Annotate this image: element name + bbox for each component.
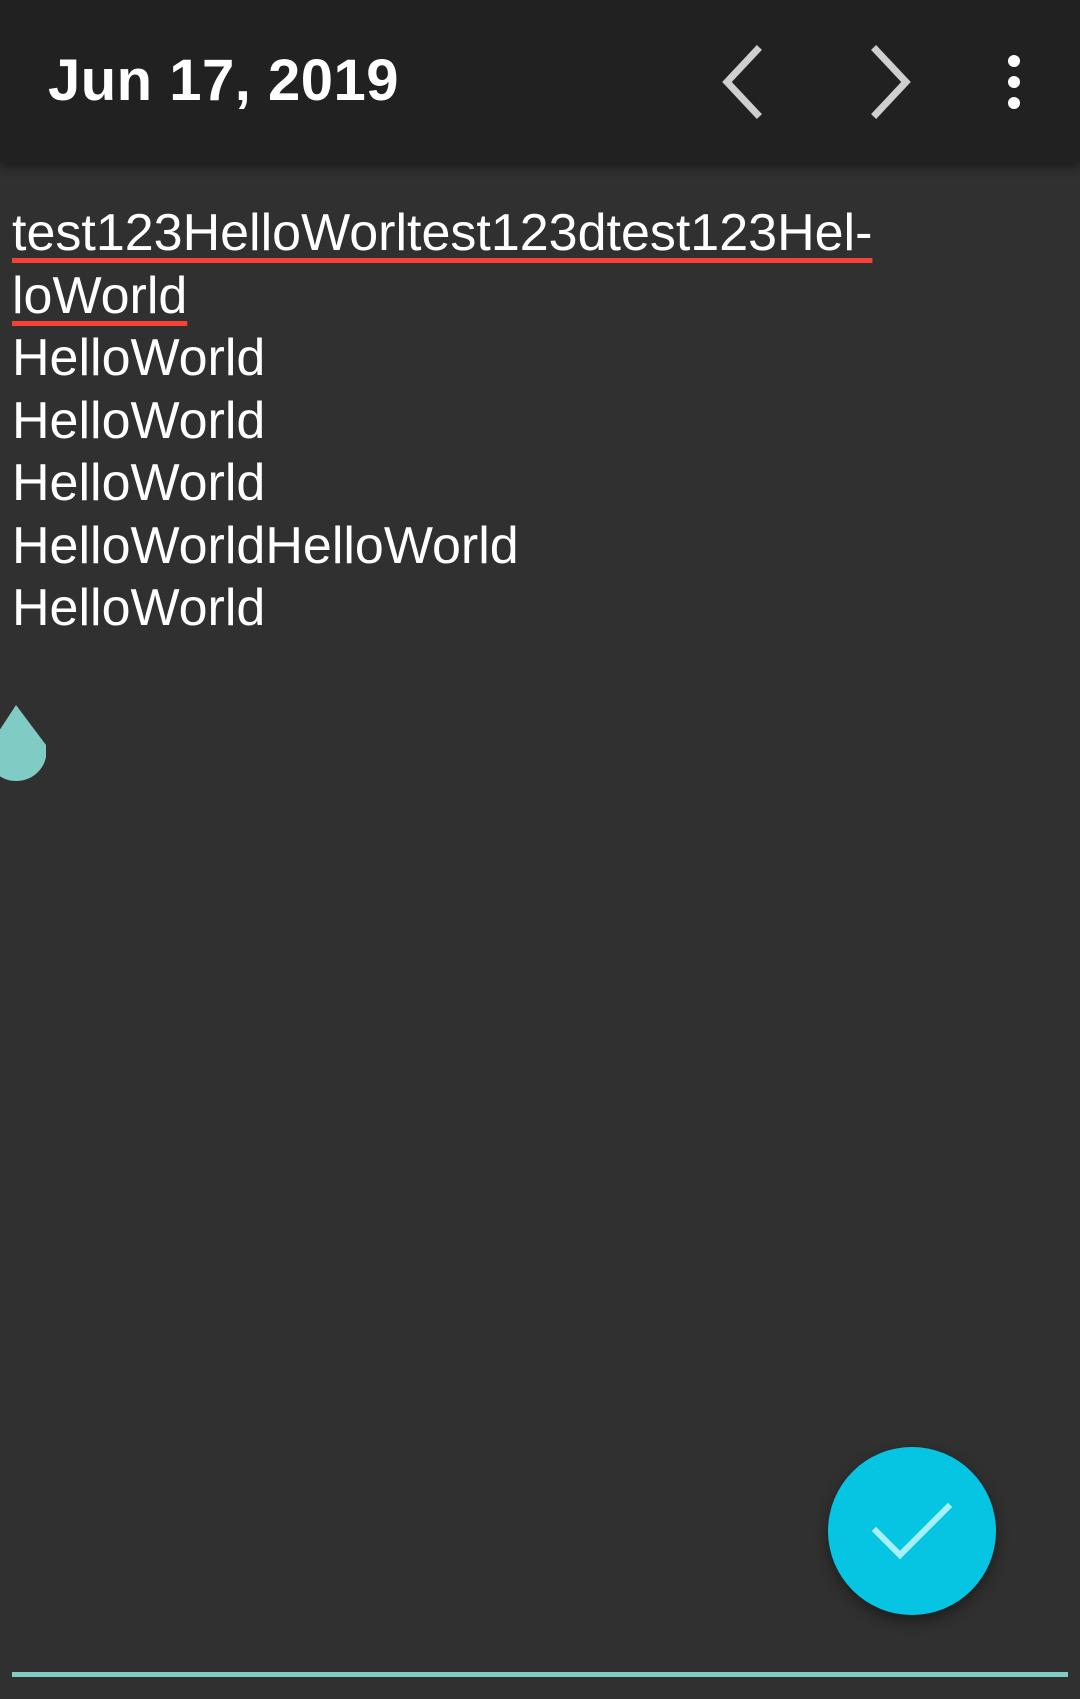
input-underline (12, 1672, 1068, 1677)
chevron-left-icon (722, 45, 762, 119)
more-options-button[interactable] (972, 40, 1056, 124)
next-day-button[interactable] (846, 40, 930, 124)
note-text-editor[interactable]: test123HelloWorltest123dtest123Hel- loWo… (12, 202, 1068, 1642)
chevron-right-icon (871, 45, 911, 119)
more-vert-icon (1008, 55, 1020, 109)
check-icon (871, 1502, 953, 1560)
text-line: HelloWorld (12, 391, 266, 450)
previous-day-button[interactable] (703, 40, 787, 124)
top-app-bar: Jun 17, 2019 (0, 0, 1080, 163)
text-line: loWorld (12, 265, 1068, 328)
text-line: HelloWorld (12, 454, 266, 512)
misspelled-word-part[interactable]: test123HelloWorltest123dtest123Hel- (12, 204, 872, 262)
text-line: HelloWorldHelloWorld (12, 516, 519, 575)
app-root: Jun 17, 2019 test123HelloWorltest123dtes… (0, 0, 1080, 1699)
date-title[interactable]: Jun 17, 2019 (48, 48, 399, 114)
text-line: test123HelloWorltest123dtest123Hel- (12, 202, 1068, 265)
text-line: HelloWorld (12, 579, 266, 637)
text-line: HelloWorld (12, 329, 266, 387)
misspelled-word-part[interactable]: loWorld (12, 267, 187, 325)
save-check-button[interactable] (828, 1447, 996, 1615)
